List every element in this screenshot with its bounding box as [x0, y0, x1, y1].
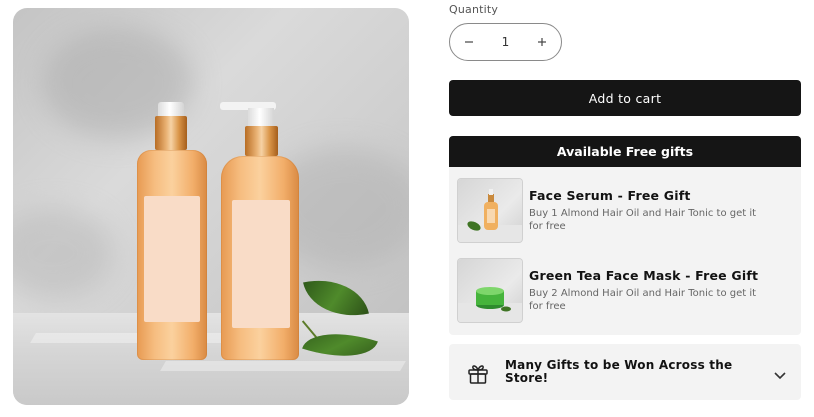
- gift-item[interactable]: Face Serum - Free Gift Buy 1 Almond Hair…: [458, 179, 793, 242]
- product-bottle-right: [218, 100, 302, 362]
- quantity-label: Quantity: [449, 3, 499, 16]
- gift-thumbnail-mask: [458, 259, 522, 322]
- promo-text: Many Gifts to be Won Across the Store!: [505, 358, 733, 385]
- product-surface: [13, 313, 409, 405]
- gift-description: Buy 2 Almond Hair Oil and Hair Tonic to …: [529, 288, 757, 312]
- minus-icon[interactable]: [462, 35, 476, 50]
- chevron-down-icon[interactable]: [773, 366, 787, 385]
- free-gifts-panel: Available Free gifts Face Serum - Free G…: [449, 136, 801, 335]
- gift-title[interactable]: Face Serum - Free Gift: [529, 188, 691, 203]
- add-to-cart-button[interactable]: Add to cart: [449, 80, 801, 116]
- quantity-stepper[interactable]: 1: [449, 23, 562, 61]
- product-bottle-left: [135, 100, 209, 362]
- gift-item[interactable]: Green Tea Face Mask - Free Gift Buy 2 Al…: [458, 259, 793, 322]
- gift-thumbnail-serum: [458, 179, 522, 242]
- free-gifts-header: Available Free gifts: [449, 136, 801, 167]
- product-image[interactable]: [13, 8, 409, 405]
- gift-icon: [466, 361, 490, 389]
- gift-title[interactable]: Green Tea Face Mask - Free Gift: [529, 268, 758, 283]
- gifts-promo-accordion[interactable]: Many Gifts to be Won Across the Store!: [449, 344, 801, 400]
- plus-icon[interactable]: [535, 35, 549, 50]
- quantity-value[interactable]: 1: [502, 35, 510, 49]
- gift-description: Buy 1 Almond Hair Oil and Hair Tonic to …: [529, 208, 757, 232]
